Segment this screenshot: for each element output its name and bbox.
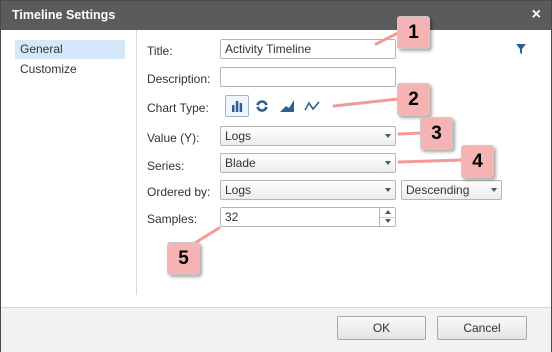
ok-button[interactable]: OK [337, 316, 426, 340]
chevron-down-icon [491, 188, 497, 192]
cancel-button[interactable]: Cancel [437, 316, 527, 340]
sort-direction-select[interactable]: Descending [401, 180, 502, 200]
sidebar: General Customize [1, 30, 137, 295]
series-value: Blade [225, 156, 256, 170]
arrow-up-icon [385, 210, 391, 214]
chart-type-label: Chart Type: [147, 101, 209, 115]
bar-chart-icon[interactable] [225, 95, 249, 117]
callout-5: 5 [167, 242, 200, 275]
description-label: Description: [147, 72, 211, 86]
donut-chart-icon[interactable] [251, 95, 275, 117]
line-chart-icon[interactable] [301, 95, 325, 117]
samples-label: Samples: [147, 212, 198, 226]
series-select[interactable]: Blade [220, 153, 396, 173]
value-y-value: Logs [225, 129, 252, 143]
callout-3: 3 [420, 117, 453, 150]
series-label: Series: [147, 159, 185, 173]
ordered-by-value: Logs [225, 183, 252, 197]
arrow-down-icon [385, 219, 391, 223]
sidebar-item-customize[interactable]: Customize [15, 60, 125, 79]
chevron-down-icon [385, 188, 391, 192]
callout-1: 1 [397, 16, 430, 49]
filter-icon[interactable] [515, 43, 527, 55]
ordered-by-select[interactable]: Logs [220, 180, 396, 200]
title-label: Title: [147, 44, 173, 58]
sort-direction-value: Descending [406, 183, 470, 197]
callout-2: 2 [397, 83, 430, 116]
callout-4: 4 [461, 145, 494, 178]
description-input[interactable] [220, 67, 396, 87]
samples-stepper[interactable]: 32 [220, 207, 396, 227]
dialog-title: Timeline Settings [12, 8, 116, 22]
area-chart-icon[interactable] [276, 95, 300, 117]
value-y-select[interactable]: Logs [220, 126, 396, 146]
close-icon[interactable]: × [532, 6, 541, 24]
sidebar-item-general[interactable]: General [15, 40, 125, 59]
title-input[interactable]: Activity Timeline [220, 39, 396, 59]
chevron-down-icon [385, 161, 391, 165]
decrement-button[interactable] [380, 217, 396, 227]
ordered-by-label: Ordered by: [147, 185, 211, 199]
samples-spinner [379, 207, 396, 227]
title-bar: Timeline Settings × [1, 1, 551, 30]
value-y-label: Value (Y): [147, 131, 200, 145]
chevron-down-icon [385, 134, 391, 138]
